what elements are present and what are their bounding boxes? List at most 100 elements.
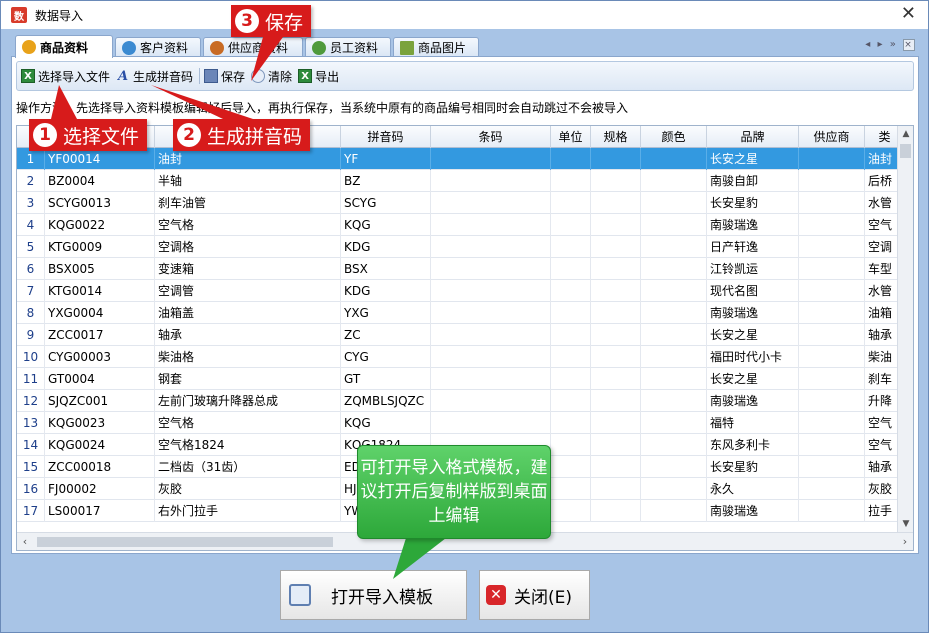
table-cell[interactable] [591,390,641,412]
table-cell[interactable] [591,456,641,478]
table-cell[interactable] [431,390,551,412]
table-cell[interactable] [799,456,865,478]
table-row[interactable]: 1 YF00014 油封 YF 长安之星 油封 [17,148,905,170]
table-cell[interactable]: YF00014 [45,148,155,170]
table-cell[interactable]: 柴油格 [155,346,341,368]
table-cell[interactable]: SCYG0013 [45,192,155,214]
table-cell[interactable]: CYG [341,346,431,368]
table-cell[interactable]: KQG0022 [45,214,155,236]
table-cell[interactable] [551,434,591,456]
table-cell[interactable] [799,170,865,192]
table-cell[interactable] [551,236,591,258]
table-cell[interactable] [431,258,551,280]
table-cell[interactable] [431,368,551,390]
table-cell[interactable]: 空气格1824 [155,434,341,456]
table-cell[interactable] [641,280,707,302]
table-cell[interactable]: ZQMBLSJQZC [341,390,431,412]
table-cell[interactable] [799,214,865,236]
table-row[interactable]: 6 BSX005 变速箱 BSX 江铃凯运 车型 [17,258,905,280]
tab-prev-icon[interactable]: ◂ [865,39,872,50]
table-cell[interactable] [799,258,865,280]
table-cell[interactable]: 东风多利卡 [707,434,799,456]
table-cell[interactable] [431,280,551,302]
table-cell[interactable] [591,302,641,324]
tab-close-icon[interactable]: × [903,39,915,51]
table-cell[interactable]: SCYG [341,192,431,214]
table-cell[interactable]: BSX005 [45,258,155,280]
table-cell[interactable]: LS00017 [45,500,155,522]
table-cell[interactable] [641,478,707,500]
table-cell[interactable] [641,148,707,170]
table-cell[interactable]: 南骏瑞逸 [707,390,799,412]
table-cell[interactable] [551,258,591,280]
table-cell[interactable]: KQG0024 [45,434,155,456]
table-cell[interactable] [551,478,591,500]
table-cell[interactable]: 福田时代小卡 [707,346,799,368]
table-cell[interactable]: BSX [341,258,431,280]
table-cell[interactable] [799,236,865,258]
table-cell[interactable] [551,280,591,302]
table-cell[interactable] [799,368,865,390]
open-template-button[interactable]: 打开导入模板 [280,570,467,620]
table-cell[interactable] [431,412,551,434]
scroll-down-icon[interactable]: ▼ [898,516,913,532]
table-row[interactable]: 7 KTG0014 空调管 KDG 现代名图 水管 [17,280,905,302]
table-cell[interactable]: 轴承 [155,324,341,346]
column-header[interactable]: 规格 [591,126,641,148]
table-cell[interactable]: 二档齿（31齿） [155,456,341,478]
table-cell[interactable] [431,214,551,236]
table-row[interactable]: 12 SJQZC001 左前门玻璃升降器总成 ZQMBLSJQZC 南骏瑞逸 升降 [17,390,905,412]
tab-product-images[interactable]: 商品图片 [393,37,479,57]
table-cell[interactable]: KTG0009 [45,236,155,258]
tab-supplier-info[interactable]: 供应商资料 [203,37,303,57]
export-button[interactable]: X 导出 [298,68,339,85]
table-cell[interactable]: 空气格 [155,412,341,434]
table-cell[interactable]: 江铃凯运 [707,258,799,280]
table-cell[interactable]: 变速箱 [155,258,341,280]
table-cell[interactable] [799,148,865,170]
column-header[interactable]: 供应商 [799,126,865,148]
table-row[interactable]: 4 KQG0022 空气格 KQG 南骏瑞逸 空气 [17,214,905,236]
table-cell[interactable]: 长安星豹 [707,456,799,478]
table-cell[interactable] [641,258,707,280]
table-cell[interactable] [591,346,641,368]
table-cell[interactable] [641,390,707,412]
table-row[interactable]: 11 GT0004 钢套 GT 长安之星 刹车 [17,368,905,390]
table-cell[interactable]: 左前门玻璃升降器总成 [155,390,341,412]
table-cell[interactable] [641,192,707,214]
vertical-scroll-thumb[interactable] [900,144,911,158]
table-cell[interactable]: KDG [341,280,431,302]
table-cell[interactable]: SJQZC001 [45,390,155,412]
table-cell[interactable] [551,500,591,522]
table-cell[interactable] [799,192,865,214]
table-cell[interactable] [431,346,551,368]
table-cell[interactable]: BZ0004 [45,170,155,192]
save-button[interactable]: 保存 [204,68,245,85]
horizontal-scroll-thumb[interactable] [37,537,333,547]
tab-next-icon[interactable]: ▸ [877,39,884,50]
table-cell[interactable] [591,170,641,192]
vertical-scrollbar[interactable]: ▲ ▼ [897,126,913,532]
table-cell[interactable]: KQG [341,214,431,236]
table-cell[interactable] [641,302,707,324]
table-cell[interactable] [641,236,707,258]
close-button[interactable]: ✕ 关闭(E) [479,570,590,620]
table-cell[interactable]: KQG0023 [45,412,155,434]
table-cell[interactable] [641,412,707,434]
table-cell[interactable] [591,478,641,500]
table-cell[interactable]: FJ00002 [45,478,155,500]
table-cell[interactable]: YF [341,148,431,170]
table-cell[interactable] [799,280,865,302]
table-cell[interactable]: 南骏自卸 [707,170,799,192]
table-cell[interactable] [799,434,865,456]
tab-more-icon[interactable]: » [890,39,898,50]
table-cell[interactable]: CYG00003 [45,346,155,368]
table-cell[interactable]: 南骏瑞逸 [707,302,799,324]
table-row[interactable]: 8 YXG0004 油箱盖 YXG 南骏瑞逸 油箱 [17,302,905,324]
table-cell[interactable]: 长安之星 [707,148,799,170]
table-cell[interactable]: GT [341,368,431,390]
table-cell[interactable] [591,214,641,236]
table-cell[interactable] [641,214,707,236]
table-cell[interactable] [799,478,865,500]
table-cell[interactable]: ZCC00018 [45,456,155,478]
